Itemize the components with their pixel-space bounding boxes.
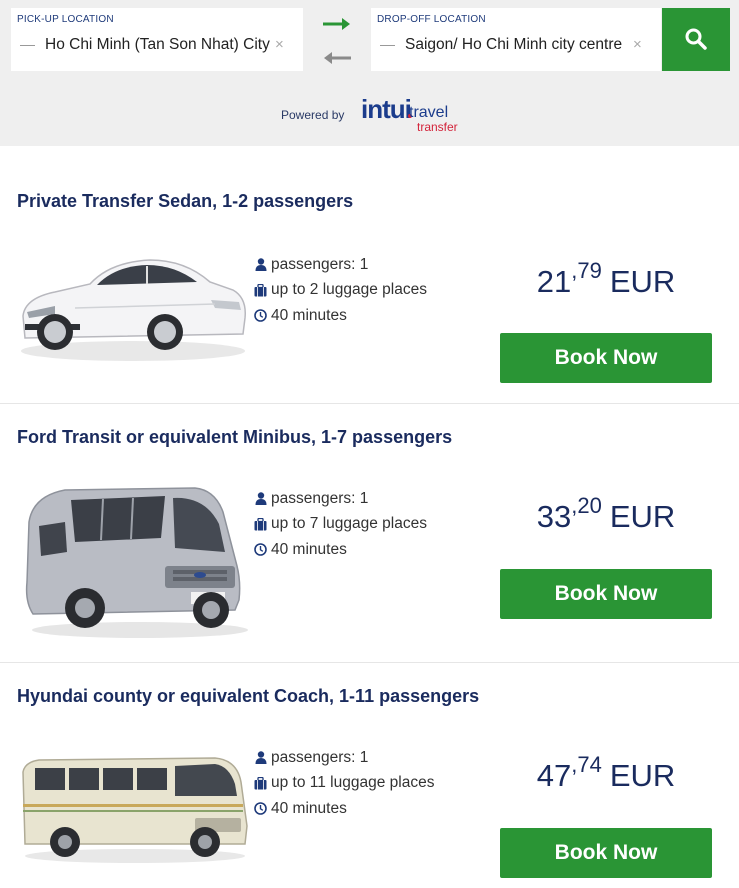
powered-by-text: Powered by <box>281 108 345 122</box>
dash-icon <box>380 45 395 46</box>
duration-text: 40 minutes <box>271 799 347 817</box>
suitcase-icon <box>253 517 268 532</box>
clock-icon <box>253 542 268 557</box>
offer-card: Private Transfer Sedan, 1-2 passengers p… <box>0 146 739 404</box>
clock-icon <box>253 308 268 323</box>
offer-card: Ford Transit or equivalent Minibus, 1-7 … <box>0 404 739 663</box>
price: 33,20 EUR <box>500 493 712 535</box>
logo-transfer-text: transfer <box>417 120 458 134</box>
search-icon <box>685 28 707 50</box>
feature-list: passengers: 1 up to 7 luggage places 40 … <box>253 486 427 563</box>
feature-list: passengers: 1 up to 11 luggage places 40… <box>253 745 434 822</box>
price-decimal: 79 <box>577 258 602 283</box>
intui-travel-logo[interactable]: intui travel transfer <box>361 94 471 136</box>
dropoff-location-field[interactable]: DROP-OFF LOCATION Saigon/ Ho Chi Minh ci… <box>371 8 661 71</box>
feature-passengers: passengers: 1 <box>253 486 427 512</box>
search-bar: PICK-UP LOCATION Ho Chi Minh (Tan Son Nh… <box>0 0 739 146</box>
user-icon <box>253 491 268 506</box>
price-integer: 33 <box>536 499 572 534</box>
offer-title: Private Transfer Sedan, 1-2 passengers <box>17 191 354 211</box>
feature-duration: 40 minutes <box>253 537 427 563</box>
luggage-text: up to 2 luggage places <box>271 281 427 299</box>
user-icon <box>253 750 268 765</box>
feature-luggage: up to 2 luggage places <box>253 278 427 304</box>
price-integer: 47 <box>536 758 572 793</box>
feature-passengers: passengers: 1 <box>253 745 434 771</box>
offer-card: Hyundai county or equivalent Coach, 1-11… <box>0 663 739 888</box>
feature-list: passengers: 1 up to 2 luggage places 40 … <box>253 252 427 329</box>
price: 47,74 EUR <box>500 752 712 794</box>
luggage-text: up to 7 luggage places <box>271 515 427 533</box>
user-icon <box>253 257 268 272</box>
sedan-image <box>15 246 250 371</box>
swap-locations-button[interactable] <box>320 10 354 66</box>
passengers-text: passengers: 1 <box>271 748 369 766</box>
book-now-button[interactable]: Book Now <box>500 569 712 619</box>
luggage-text: up to 11 luggage places <box>271 774 435 792</box>
price-integer: 21 <box>536 264 572 299</box>
price-currency: EUR <box>609 758 676 793</box>
swap-arrows-icon <box>323 18 351 64</box>
feature-passengers: passengers: 1 <box>253 252 427 278</box>
price-currency: EUR <box>609 499 676 534</box>
clock-icon <box>253 801 268 816</box>
price: 21,79 EUR <box>500 258 712 300</box>
duration-text: 40 minutes <box>271 306 347 324</box>
logo-intui-text: intui <box>361 94 412 124</box>
passengers-text: passengers: 1 <box>271 255 369 273</box>
dash-icon <box>20 45 35 46</box>
duration-text: 40 minutes <box>271 540 347 558</box>
passengers-text: passengers: 1 <box>271 489 369 507</box>
feature-luggage: up to 11 luggage places <box>253 771 434 797</box>
feature-luggage: up to 7 luggage places <box>253 512 427 538</box>
suitcase-icon <box>253 776 268 791</box>
feature-duration: 40 minutes <box>253 303 427 329</box>
offer-title: Ford Transit or equivalent Minibus, 1-7 … <box>17 427 453 447</box>
search-button[interactable] <box>662 8 730 71</box>
dropoff-location-label: DROP-OFF LOCATION <box>377 14 486 25</box>
clear-dropoff-icon[interactable]: × <box>633 36 642 54</box>
pickup-location-label: PICK-UP LOCATION <box>17 14 114 25</box>
suitcase-icon <box>253 283 268 298</box>
pickup-location-input[interactable]: Ho Chi Minh (Tan Son Nhat) City <box>45 36 270 54</box>
offer-title: Hyundai county or equivalent Coach, 1-11… <box>17 686 480 706</box>
book-now-button[interactable]: Book Now <box>500 333 712 383</box>
minibus-image <box>15 482 250 642</box>
price-decimal: 74 <box>577 752 602 777</box>
clear-pickup-icon[interactable]: × <box>275 36 284 54</box>
price-decimal: 20 <box>577 493 602 518</box>
powered-by: Powered by intui travel transfer <box>281 94 471 136</box>
coach-image <box>15 738 250 888</box>
pickup-location-field[interactable]: PICK-UP LOCATION Ho Chi Minh (Tan Son Nh… <box>11 8 303 71</box>
feature-duration: 40 minutes <box>253 796 434 822</box>
price-currency: EUR <box>609 264 676 299</box>
book-now-button[interactable]: Book Now <box>500 828 712 878</box>
dropoff-location-input[interactable]: Saigon/ Ho Chi Minh city centre <box>405 36 630 54</box>
